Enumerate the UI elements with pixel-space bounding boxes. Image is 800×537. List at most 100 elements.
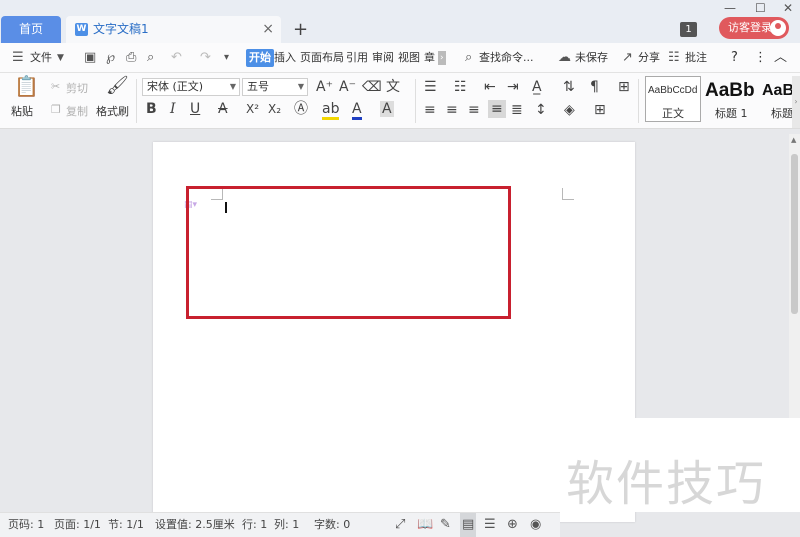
status-pages[interactable]: 页面: 1/1: [54, 513, 101, 537]
menu-file[interactable]: 文件: [30, 43, 52, 73]
save-icon[interactable]: ▣: [84, 43, 96, 73]
status-page-number[interactable]: 页码: 1: [8, 513, 44, 537]
tab-document-label: 文字文稿1: [93, 22, 149, 36]
unsaved-status[interactable]: 未保存: [575, 43, 608, 73]
outline-view-icon[interactable]: ☰: [484, 513, 496, 537]
export-pdf-icon[interactable]: ℘: [106, 43, 115, 73]
vertical-scrollbar[interactable]: ▲: [789, 134, 800, 419]
guest-login-button[interactable]: 访客登录: [719, 17, 789, 39]
menu-scroll-right-icon[interactable]: ›: [438, 51, 446, 65]
status-row[interactable]: 行: 1: [242, 513, 267, 537]
writer-doc-icon: W: [75, 23, 88, 36]
font-size-select[interactable]: 五号 ▼: [242, 78, 308, 96]
decrease-font-icon[interactable]: A⁻: [339, 79, 356, 95]
cut-button[interactable]: 剪切: [66, 80, 88, 96]
borders-icon[interactable]: ⊞: [594, 102, 606, 118]
align-left-icon[interactable]: ≡: [424, 102, 436, 118]
status-section[interactable]: 节: 1/1: [108, 513, 144, 537]
distribute-icon[interactable]: ≣: [511, 102, 523, 118]
help-button[interactable]: ?: [731, 43, 738, 73]
undo-icon[interactable]: ↶: [171, 43, 182, 73]
print-icon[interactable]: ⎙: [126, 43, 136, 73]
more-options-button[interactable]: ⋮: [754, 43, 767, 73]
avatar-icon: [770, 20, 786, 36]
chinese-layout-icon[interactable]: A̲: [532, 79, 542, 95]
page-view-icon[interactable]: ▤: [460, 513, 477, 537]
tab-home-ribbon[interactable]: 开始: [246, 49, 274, 67]
show-marks-icon[interactable]: ¶: [590, 79, 599, 95]
command-search[interactable]: 查找命令...: [479, 43, 534, 73]
tab-references[interactable]: 引用: [346, 43, 368, 73]
web-view-icon[interactable]: ⊕: [507, 513, 518, 537]
text-effect-icon[interactable]: Ⓐ: [294, 101, 308, 117]
subscript-button[interactable]: X₂: [268, 101, 281, 117]
table-borders-icon[interactable]: ⊞: [618, 79, 630, 95]
paste-icon[interactable]: 📋: [14, 76, 39, 96]
underline-button[interactable]: U: [190, 101, 200, 117]
status-setting[interactable]: 设置值: 2.5厘米: [155, 513, 235, 537]
justify-icon[interactable]: ≡: [488, 100, 506, 118]
highlight-color-icon[interactable]: ab: [322, 101, 340, 120]
redo-icon[interactable]: ↷: [200, 43, 211, 73]
hamburger-icon[interactable]: ☰: [12, 43, 24, 73]
new-tab-button[interactable]: +: [293, 16, 308, 43]
align-right-icon[interactable]: ≡: [468, 102, 480, 118]
edit-mode-icon[interactable]: ✎: [440, 513, 451, 537]
fullscreen-icon[interactable]: ⤢: [395, 513, 405, 537]
sort-icon[interactable]: ⇅: [563, 79, 575, 95]
tab-insert[interactable]: 插入: [274, 43, 296, 73]
italic-button[interactable]: I: [170, 101, 176, 117]
tab-review[interactable]: 审阅: [372, 43, 394, 73]
superscript-button[interactable]: X²: [246, 101, 259, 117]
read-mode-icon[interactable]: 📖: [417, 513, 433, 537]
tab-page-layout[interactable]: 页面布局: [300, 43, 344, 73]
collapse-ribbon-button[interactable]: ︿: [774, 43, 787, 73]
format-painter-button[interactable]: 格式刷: [96, 103, 129, 119]
maximize-icon[interactable]: ☐: [755, 0, 766, 16]
align-center-icon[interactable]: ≡: [446, 102, 458, 118]
tab-chapter[interactable]: 章: [424, 43, 435, 73]
paragraph-shading-icon[interactable]: ◈: [564, 102, 575, 118]
tab-home[interactable]: 首页: [1, 16, 61, 43]
minimize-icon[interactable]: —: [724, 0, 736, 16]
cut-icon[interactable]: ✂: [51, 80, 60, 93]
numbered-list-icon[interactable]: ☷: [454, 79, 467, 95]
font-name-value: 宋体 (正文): [147, 80, 204, 93]
ribbon-scroll-right-icon[interactable]: ›: [792, 76, 800, 128]
increase-font-icon[interactable]: A⁺: [316, 79, 333, 95]
font-name-select[interactable]: 宋体 (正文) ▼: [142, 78, 240, 96]
copy-button[interactable]: 复制: [66, 103, 88, 119]
print-preview-icon[interactable]: ⌕: [147, 43, 154, 73]
paste-button[interactable]: 粘贴: [11, 103, 33, 119]
strikethrough-button[interactable]: A: [218, 101, 228, 117]
tab-document[interactable]: W 文字文稿1 ×: [66, 16, 281, 43]
window-close-icon[interactable]: ✕: [783, 0, 793, 16]
font-color-icon[interactable]: A: [352, 101, 362, 120]
share-button[interactable]: 分享: [638, 43, 660, 73]
comment-button[interactable]: 批注: [685, 43, 707, 73]
line-spacing-icon[interactable]: ↕: [535, 102, 547, 118]
scroll-up-icon[interactable]: ▲: [791, 136, 796, 144]
bold-button[interactable]: B: [146, 101, 157, 117]
increase-indent-icon[interactable]: ⇥: [507, 79, 519, 95]
pinyin-guide-icon[interactable]: 文: [386, 79, 400, 95]
character-shading-icon[interactable]: A: [380, 101, 394, 117]
scrollbar-thumb[interactable]: [791, 154, 798, 314]
style-normal[interactable]: AaBbCcDd 正文: [645, 76, 701, 122]
decrease-indent-icon[interactable]: ⇤: [484, 79, 496, 95]
eye-protection-icon[interactable]: ◉: [530, 513, 541, 537]
tab-view[interactable]: 视图: [398, 43, 420, 73]
format-painter-icon[interactable]: 🖌: [106, 77, 129, 95]
status-column[interactable]: 列: 1: [274, 513, 299, 537]
style-heading-2-preview: AaBb: [762, 82, 792, 99]
ribbon-divider: [415, 79, 416, 123]
clear-format-icon[interactable]: ⌫: [362, 79, 382, 95]
window-count-badge[interactable]: 1: [680, 22, 697, 37]
status-word-count[interactable]: 字数: 0: [314, 513, 350, 537]
close-tab-icon[interactable]: ×: [262, 16, 274, 43]
bullet-list-icon[interactable]: ☰: [424, 79, 437, 95]
chevron-down-icon[interactable]: ▼: [57, 43, 64, 73]
quick-access-more-icon[interactable]: ▾: [224, 43, 229, 73]
search-icon: ⌕: [465, 50, 473, 65]
copy-icon[interactable]: ❐: [51, 103, 61, 116]
